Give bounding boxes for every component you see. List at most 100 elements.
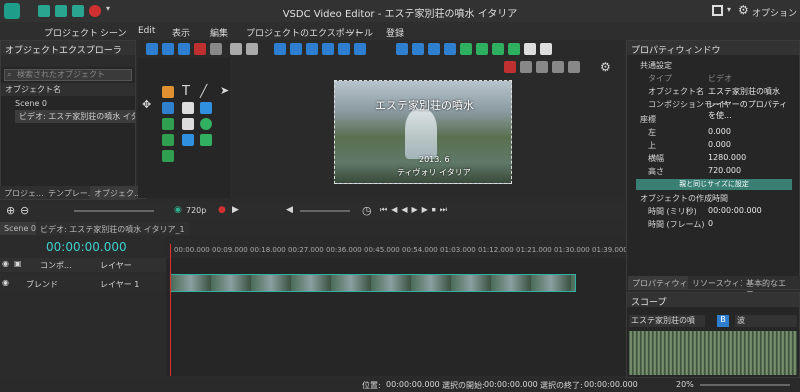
align-right-icon[interactable] [306, 43, 318, 55]
ungroup-icon[interactable] [540, 43, 552, 55]
eye-icon[interactable]: ◉ [174, 205, 182, 215]
fit-icon[interactable] [552, 61, 564, 73]
send-back-icon[interactable] [508, 43, 520, 55]
track-lock-icon[interactable]: ▣ [14, 259, 22, 268]
search-input[interactable]: ⌕ 検索されたオブジェクト [4, 69, 132, 81]
group-icon[interactable] [524, 43, 536, 55]
distribute-v-icon[interactable] [412, 43, 424, 55]
volume-icon[interactable]: ◀ [286, 205, 293, 215]
prop-height[interactable]: 高さ 720.000 [628, 166, 792, 179]
prop-width[interactable]: 横幅 1280.000 [628, 153, 792, 166]
safe-area-icon[interactable] [504, 61, 516, 73]
align-left-icon[interactable] [274, 43, 286, 55]
prop-composition[interactable]: コンポジションモード レイヤーのプロパティを使... [628, 99, 792, 120]
timeline-ruler[interactable]: 00:00.000 00:09.000 00:18.000 00:27.000 … [166, 236, 628, 258]
track-eye-icon[interactable]: ◉ [2, 278, 9, 287]
sprite-icon[interactable] [182, 118, 194, 130]
move-tool-icon[interactable]: ✥ [142, 98, 151, 111]
snap-icon[interactable] [536, 61, 548, 73]
video-icon[interactable] [182, 134, 194, 146]
audio-spectrum-icon[interactable] [162, 86, 174, 98]
prop-top[interactable]: 上 0.000 [628, 140, 792, 153]
align-center-icon[interactable] [290, 43, 302, 55]
timeline-tab-video[interactable]: ビデオ: エステ家別荘の噴水 イタリア_1 [36, 222, 189, 235]
crop-icon[interactable] [210, 43, 222, 55]
prop-time-ms[interactable]: 時間 (ミリ秒) 00:00:00.000 [628, 206, 792, 219]
align-top-icon[interactable] [322, 43, 334, 55]
same-size-button[interactable]: 親と同じサイズに設定 [636, 179, 792, 190]
scope-mode-select[interactable]: 波 [735, 315, 797, 327]
track-eye-icon[interactable]: ◉ [2, 259, 9, 268]
zoom-slider[interactable] [700, 384, 790, 386]
same-height-icon[interactable] [444, 43, 456, 55]
menu-scene[interactable]: シーン [100, 26, 127, 39]
gear-icon[interactable]: ⚙ [738, 3, 749, 17]
cut-icon[interactable] [146, 43, 158, 55]
blend-mode[interactable]: ブレンド [26, 279, 58, 290]
undo-icon[interactable] [230, 43, 242, 55]
image-icon[interactable] [162, 118, 174, 130]
move-up-icon[interactable] [460, 43, 472, 55]
prop-time-frame[interactable]: 時間 (フレーム) 0 [628, 219, 792, 232]
scope-source-select[interactable]: エステ家別荘の噴 [629, 315, 705, 327]
object-name-header: オブジェクト名 [1, 83, 135, 96]
zoom-out-icon[interactable]: ⊖ [20, 204, 29, 217]
tab-project[interactable]: プロジェ... [0, 186, 48, 199]
distribute-h-icon[interactable] [396, 43, 408, 55]
zoom-slider[interactable] [74, 210, 154, 212]
menu-edit[interactable]: Edit [138, 26, 155, 36]
grid-icon[interactable] [520, 61, 532, 73]
align-bottom-icon[interactable] [354, 43, 366, 55]
tree-item-video[interactable]: ビデオ: エステ家別荘の噴水 イタリア [15, 110, 135, 123]
freeform-icon[interactable] [200, 134, 212, 146]
same-width-icon[interactable] [428, 43, 440, 55]
track-name: コンポ... [40, 261, 72, 270]
volume-slider[interactable] [300, 210, 350, 212]
resolution-select[interactable]: 720p [186, 206, 206, 215]
play-object-icon[interactable] [162, 150, 174, 162]
menu-tools[interactable]: ツール [346, 26, 373, 39]
properties-title: プロパティウィンドウ [627, 41, 799, 56]
audio-icon[interactable] [162, 134, 174, 146]
prop-left[interactable]: 左 0.000 [628, 127, 792, 140]
bring-front-icon[interactable] [492, 43, 504, 55]
scope-title: スコープ [627, 293, 799, 308]
record-button[interactable]: ● [218, 205, 226, 215]
video-clip[interactable] [170, 274, 576, 292]
scope-channel-button[interactable]: B [717, 315, 729, 327]
menu-register[interactable]: 登録 [386, 26, 404, 39]
layout-icon[interactable] [712, 5, 723, 16]
video-frame[interactable]: エステ家別荘の噴水 2013. 6 ティヴォリ イタリア [334, 80, 512, 184]
paste-icon[interactable] [178, 43, 190, 55]
text-tool-icon[interactable]: T [182, 84, 190, 99]
zoom-icon[interactable] [568, 61, 580, 73]
play-icon[interactable]: ▶ [232, 205, 239, 215]
preview-settings-icon[interactable]: ⚙ [600, 60, 611, 74]
align-middle-icon[interactable] [338, 43, 350, 55]
pointer-icon[interactable]: ➤ [220, 84, 229, 97]
chart-icon[interactable] [162, 102, 174, 114]
redo-icon[interactable] [246, 43, 258, 55]
layout-dropdown-icon[interactable]: ▾ [727, 5, 731, 14]
rectangle-icon[interactable] [200, 102, 212, 114]
tab-basic-effects[interactable]: 基本的なエフ... [742, 276, 800, 299]
subtitle-icon[interactable] [182, 102, 194, 114]
copy-icon[interactable] [162, 43, 174, 55]
move-down-icon[interactable] [476, 43, 488, 55]
zoom-in-icon[interactable]: ⊕ [6, 204, 15, 217]
main-toolbar [138, 40, 624, 58]
delete-icon[interactable] [194, 43, 206, 55]
options-button[interactable]: オプション [752, 6, 797, 19]
playhead[interactable] [170, 244, 171, 376]
menu-editing[interactable]: 編集 [210, 26, 228, 39]
menu-project[interactable]: プロジェクト [44, 26, 98, 39]
prop-object-name[interactable]: オブジェクト名 エステ家別荘の噴水 [628, 86, 792, 99]
menu-view[interactable]: 表示 [172, 26, 190, 39]
timeline-tab-scene[interactable]: Scene 0 [0, 222, 41, 235]
track-header-2: ◉ ブレンド レイヤー 1 [0, 274, 166, 292]
clock-icon[interactable]: ◷ [362, 204, 372, 217]
tree-item-scene[interactable]: Scene 0 [11, 97, 131, 110]
line-tool-icon[interactable]: ╱ [200, 84, 207, 98]
ellipse-icon[interactable] [200, 118, 212, 130]
transport-controls[interactable]: ⏮◀◀▶▶⏹⏭ [380, 205, 451, 215]
